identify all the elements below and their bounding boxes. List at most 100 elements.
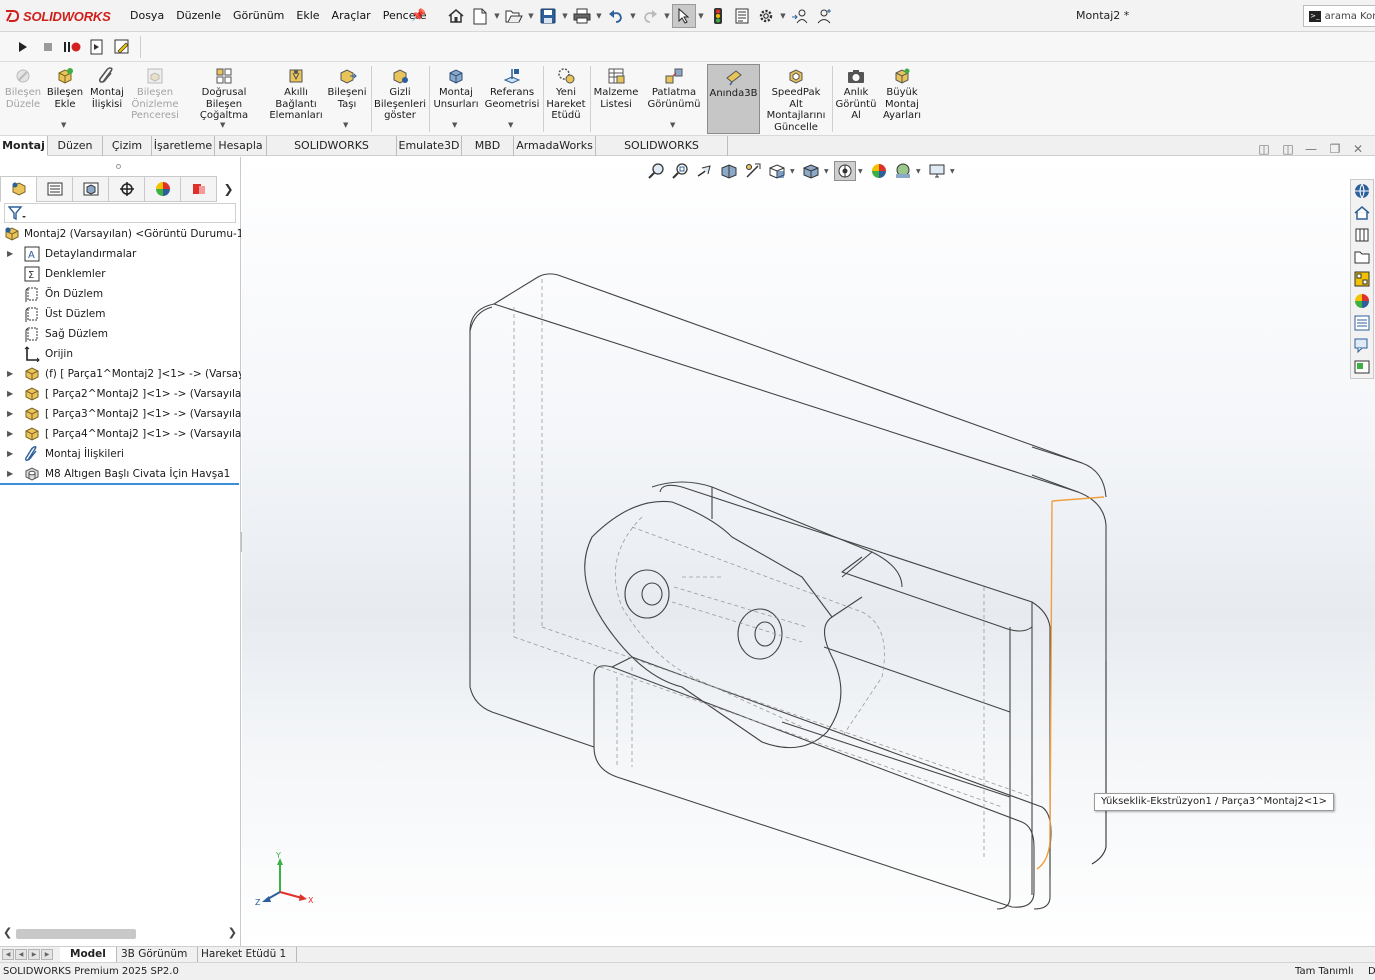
record-macro-button[interactable] [63, 38, 81, 56]
pin-menu-icon[interactable]: 📌 [411, 8, 426, 22]
scroll-left-icon[interactable]: ❮ [3, 926, 12, 939]
feature-manager-tab[interactable] [0, 176, 36, 202]
tab-mbd[interactable]: MBD [462, 136, 514, 156]
property-manager-tab[interactable] [36, 176, 72, 202]
move-component-dropdown-icon[interactable]: ▼ [343, 120, 348, 132]
edit-macro-button[interactable] [113, 38, 131, 56]
undo-button[interactable] [604, 4, 628, 28]
tree-item-part4[interactable]: ▶ [ Parça4^Montaj2 ]<1> -> (Varsayılan) … [0, 424, 241, 444]
menu-tools[interactable]: Araçlar [326, 8, 377, 24]
tab-assembly[interactable]: Montaj [0, 136, 48, 156]
tree-item-mates[interactable]: ▶ Montaj İlişkileri [0, 444, 241, 464]
home-pane-button[interactable] [1351, 202, 1373, 224]
tree-item[interactable]: Sağ Düzlem [0, 324, 241, 344]
expand-arrow-icon[interactable]: ▶ [7, 424, 13, 444]
custom-properties-button[interactable] [1351, 312, 1373, 334]
assembly-features-dropdown-icon[interactable]: ▼ [452, 120, 457, 132]
menu-edit[interactable]: Düzenle [170, 8, 227, 24]
tree-item-part1[interactable]: ▶ (f) [ Parça1^Montaj2 ]<1> -> (Varsayıl… [0, 364, 241, 384]
reference-geometry-button[interactable]: Referans Geometrisi ▼ [484, 64, 540, 134]
next-tab-icon[interactable]: ▶ [28, 949, 40, 960]
redo-button[interactable] [638, 4, 662, 28]
select-button[interactable] [672, 4, 696, 28]
tab-3d-view[interactable]: 3B Görünüm [111, 947, 199, 962]
solidworks-logo[interactable]: SOLIDWORKS [4, 6, 111, 26]
edit-component-button[interactable]: Bileşen Düzele [2, 64, 44, 134]
tree-item[interactable]: Σ Denklemler [0, 264, 241, 284]
restore-icon[interactable]: ❐ [1327, 142, 1343, 156]
tab-sketch[interactable]: Çizim [103, 136, 152, 156]
last-tab-icon[interactable]: ▶ [41, 949, 53, 960]
assembly-model[interactable] [242, 157, 1375, 946]
component-preview-button[interactable]: Bileşen Önizleme Penceresi [129, 64, 181, 134]
print-dropdown-icon[interactable]: ▼ [594, 4, 604, 28]
design-library-button[interactable] [1351, 224, 1373, 246]
forum-button[interactable] [1351, 334, 1373, 356]
view-palette-button[interactable] [1351, 268, 1373, 290]
bill-of-materials-button[interactable]: Malzeme Listesi [593, 64, 639, 134]
appearances-button[interactable] [1351, 290, 1373, 312]
home-button[interactable] [444, 4, 468, 28]
tab-markup[interactable]: İşaretleme [152, 136, 215, 156]
expand-arrow-icon[interactable]: ▶ [7, 404, 13, 424]
select-dropdown-icon[interactable]: ▼ [696, 4, 706, 28]
reference-geometry-dropdown-icon[interactable]: ▼ [508, 120, 513, 132]
insert-component-dropdown-icon[interactable]: ▼ [61, 120, 66, 132]
tree-root-assembly[interactable]: Montaj2 (Varsayılan) <Görüntü Durumu-1> [0, 224, 241, 244]
scroll-thumb[interactable] [16, 929, 136, 939]
tab-layout[interactable]: Düzen [48, 136, 103, 156]
large-assembly-settings-button[interactable]: Büyük Montaj Ayarları [880, 64, 924, 134]
run-macro-button[interactable] [14, 38, 32, 56]
exploded-view-dropdown-icon[interactable]: ▼ [670, 120, 675, 132]
expand-arrow-icon[interactable]: ▶ [7, 244, 13, 264]
stop-macro-button[interactable] [39, 38, 57, 56]
tree-item-part3[interactable]: ▶ [ Parça3^Montaj2 ]<1> -> (Varsayılan) … [0, 404, 241, 424]
assembly-features-button[interactable]: Montaj Unsurları ▼ [432, 64, 480, 134]
new-document-button[interactable] [468, 4, 492, 28]
exploded-view-button[interactable]: Patlatma Görünümü ▼ [644, 64, 704, 134]
dimxpert-tab[interactable] [108, 176, 144, 202]
smart-fasteners-button[interactable]: Akıllı Bağlantı Elemanları [268, 64, 324, 134]
tree-filter-input[interactable] [4, 203, 236, 223]
mate-button[interactable]: Montaj İlişkisi [87, 64, 127, 134]
tree-item-part2[interactable]: ▶ [ Parça2^Montaj2 ]<1> -> (Varsayılan) … [0, 384, 241, 404]
minimize-icon[interactable]: — [1303, 142, 1319, 156]
tab-solidworks-inspection[interactable]: SOLIDWORKS Inspection [596, 136, 728, 171]
tab-emulate3d[interactable]: Emulate3D [397, 136, 462, 156]
expand-arrow-icon[interactable]: ▶ [7, 364, 13, 384]
tree-horizontal-scrollbar[interactable]: ❮ ❯ [2, 926, 239, 942]
menu-insert[interactable]: Ekle [290, 8, 325, 24]
tab-armadaworks[interactable]: ArmadaWorks [514, 136, 596, 156]
print-button[interactable] [570, 4, 594, 28]
instant3d-button[interactable]: Anında3B [707, 64, 760, 134]
tree-item-hole[interactable]: ▶ M8 Altıgen Başlı Civata İçin Havşa1 [0, 464, 241, 484]
tab-motion-study[interactable]: Hareket Etüdü 1 [191, 947, 298, 962]
linear-pattern-dropdown-icon[interactable]: ▼ [220, 120, 225, 132]
new-motion-study-button[interactable]: Yeni Hareket Etüdü [546, 64, 586, 134]
tab-evaluate[interactable]: Hesapla [215, 136, 267, 156]
tab-model[interactable]: Model [60, 947, 117, 962]
close-icon[interactable]: ✕ [1350, 142, 1366, 156]
take-snapshot-button[interactable]: Anlık Görüntü Al [835, 64, 877, 134]
tab-solidworks-addins[interactable]: SOLIDWORKS Eklentileri [267, 136, 397, 171]
tree-item[interactable]: Ön Düzlem [0, 284, 241, 304]
tile-left-icon[interactable]: ◫ [1256, 142, 1272, 156]
search-commands-input[interactable]: >_ arama Kom [1303, 5, 1375, 27]
show-hidden-components-button[interactable]: Gizli Bileşenleri göster [374, 64, 426, 134]
login-button[interactable] [788, 4, 812, 28]
new-macro-button[interactable] [88, 38, 106, 56]
insert-component-button[interactable]: Bileşen Ekle ▼ [45, 64, 85, 134]
linear-component-pattern-button[interactable]: Doğrusal Bileşen Çoğaltma ▼ [184, 64, 264, 134]
addin-tab[interactable] [180, 176, 216, 202]
move-component-button[interactable]: Bileşeni Taşı ▼ [326, 64, 368, 134]
save-button[interactable] [536, 4, 560, 28]
prev-tab-icon[interactable]: ◀ [15, 949, 27, 960]
options-button[interactable] [754, 4, 778, 28]
rebuild-button[interactable] [706, 4, 730, 28]
expand-arrow-icon[interactable]: ▶ [7, 384, 13, 404]
expand-arrow-icon[interactable]: ▶ [7, 464, 13, 484]
panel-grip-icon[interactable] [116, 164, 121, 169]
scroll-right-icon[interactable]: ❯ [228, 926, 237, 939]
menu-file[interactable]: Dosya [124, 8, 170, 24]
menu-view[interactable]: Görünüm [227, 8, 290, 24]
